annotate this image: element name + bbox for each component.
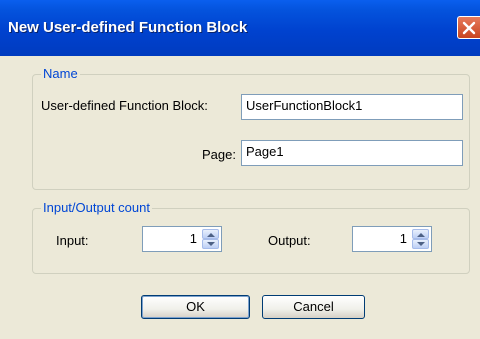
input-count-value: 1 — [189, 231, 197, 246]
chevron-down-icon — [207, 242, 215, 246]
title-bar[interactable]: New User-defined Function Block — [0, 0, 480, 56]
close-button[interactable] — [457, 16, 480, 39]
function-block-name-input[interactable]: UserFunctionBlock1 — [241, 94, 463, 120]
chevron-down-icon — [417, 242, 425, 246]
input-spin-down-button[interactable] — [202, 239, 219, 249]
function-block-label: User-defined Function Block: — [41, 98, 208, 113]
ok-button[interactable]: OK — [141, 295, 250, 319]
output-spin-up-button[interactable] — [412, 229, 429, 239]
cancel-button[interactable]: Cancel — [262, 295, 365, 319]
io-count-group-legend: Input/Output count — [41, 200, 152, 216]
page-input[interactable]: Page1 — [241, 140, 463, 166]
input-label: Input: — [56, 233, 89, 248]
close-icon — [462, 21, 476, 35]
input-spin-up-button[interactable] — [202, 229, 219, 239]
dialog-body: Name User-defined Function Block: UserFu… — [0, 56, 480, 339]
chevron-up-icon — [417, 233, 425, 237]
name-group: Name — [32, 66, 470, 190]
output-count-value: 1 — [399, 231, 407, 246]
output-count-spinner[interactable]: 1 — [352, 226, 432, 252]
output-label: Output: — [268, 233, 311, 248]
output-spin-down-button[interactable] — [412, 239, 429, 249]
input-count-spinner[interactable]: 1 — [142, 226, 222, 252]
chevron-up-icon — [207, 233, 215, 237]
name-group-legend: Name — [41, 66, 80, 82]
page-label: Page: — [202, 147, 236, 162]
window-title: New User-defined Function Block — [8, 19, 248, 36]
